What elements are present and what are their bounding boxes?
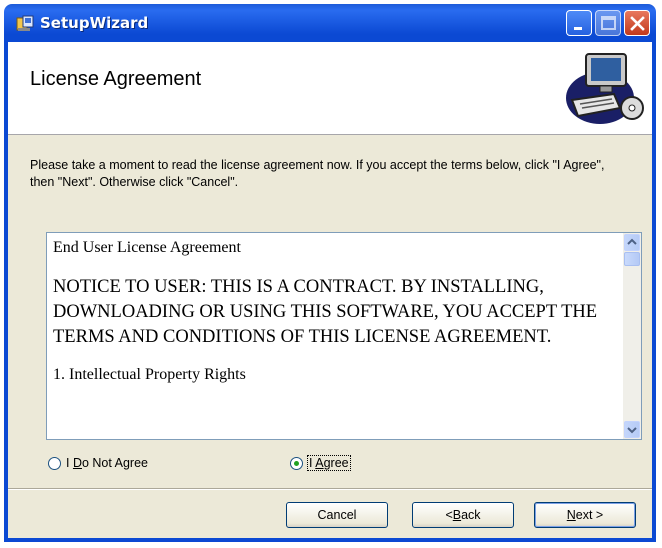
setup-app-icon xyxy=(16,15,34,33)
license-textbox[interactable]: End User License Agreement NOTICE TO USE… xyxy=(46,232,642,440)
license-title: End User License Agreement xyxy=(53,239,241,256)
do-not-agree-label: I Do Not Agree xyxy=(66,456,148,470)
radio-circle-agree[interactable] xyxy=(290,456,303,470)
agree-radio[interactable]: I Agree xyxy=(290,455,351,471)
button-separator xyxy=(8,488,652,490)
license-section-heading: 1. Intellectual Property Rights xyxy=(53,366,246,383)
maximize-button[interactable] xyxy=(595,10,621,36)
license-notice: NOTICE TO USER: THIS IS A CONTRACT. BY I… xyxy=(53,277,598,347)
vertical-scrollbar[interactable] xyxy=(623,233,641,439)
chevron-up-icon xyxy=(627,238,637,245)
instructions-text: Please take a moment to read the license… xyxy=(30,158,605,189)
page-title: License Agreement xyxy=(30,68,202,90)
setup-wizard-window: SetupWizard License Agreement Please tak… xyxy=(4,4,656,542)
radio-circle-do-not-agree[interactable] xyxy=(48,456,61,470)
next-button[interactable]: Next > xyxy=(534,502,636,528)
wizard-header: License Agreement xyxy=(8,42,652,135)
chevron-down-icon xyxy=(627,427,637,434)
agree-label: I Agree xyxy=(307,455,351,471)
cancel-button[interactable]: Cancel xyxy=(286,502,388,528)
license-content: End User License Agreement NOTICE TO USE… xyxy=(53,239,619,384)
back-button[interactable]: < Back xyxy=(412,502,514,528)
close-button[interactable] xyxy=(624,10,650,36)
window-title: SetupWizard xyxy=(40,14,149,32)
do-not-agree-radio[interactable]: I Do Not Agree xyxy=(48,456,148,470)
computer-setup-icon xyxy=(562,46,646,130)
minimize-button[interactable] xyxy=(566,10,592,36)
scroll-down-button[interactable] xyxy=(624,421,640,438)
scroll-thumb[interactable] xyxy=(624,252,640,266)
dialog-client-area: License Agreement Please take a moment t… xyxy=(8,42,652,538)
title-bar[interactable]: SetupWizard xyxy=(8,4,652,42)
scroll-up-button[interactable] xyxy=(624,234,640,251)
